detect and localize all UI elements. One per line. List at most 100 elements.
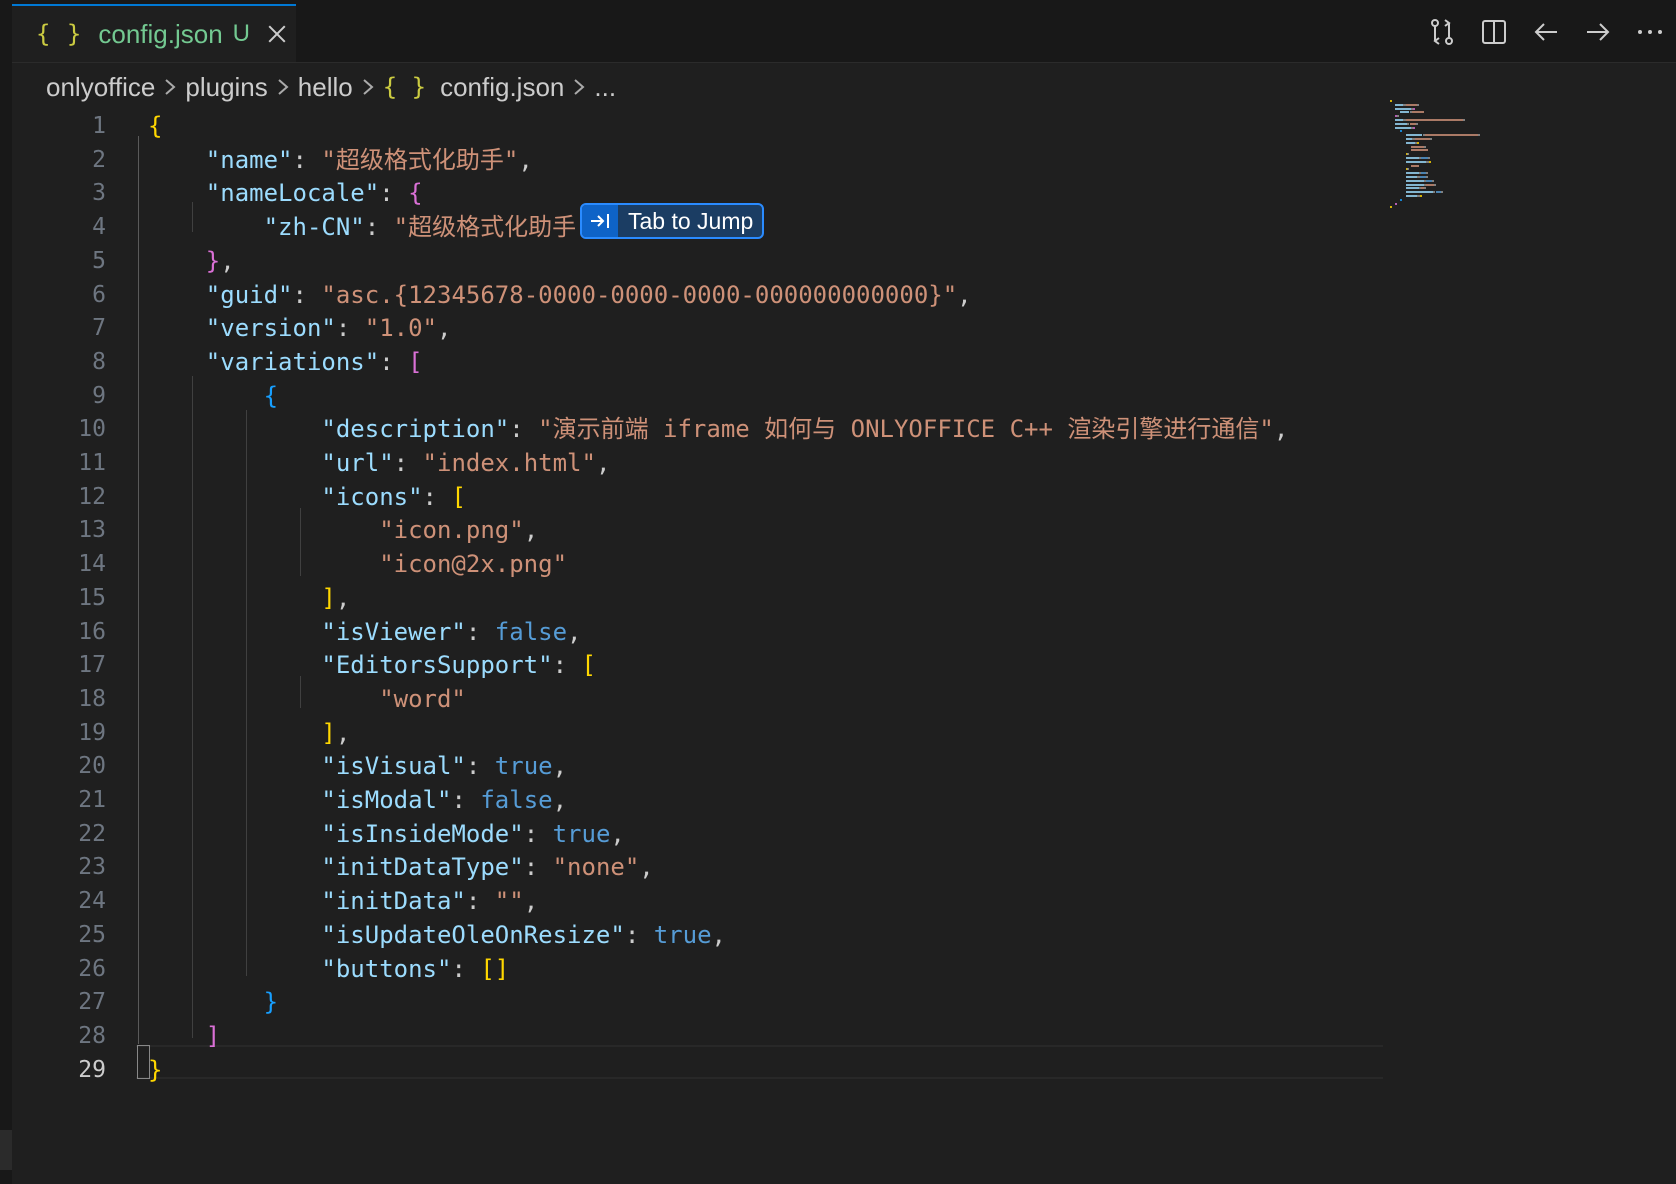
minimap-token: [1405, 141, 1415, 144]
line-number: 20: [78, 753, 106, 780]
code-token: ,: [552, 752, 568, 781]
code-token: ,: [220, 246, 235, 275]
code-token: "": [494, 887, 524, 916]
go-back-button[interactable]: [1520, 16, 1572, 48]
code-token: {: [408, 179, 423, 208]
minimap-token: [1406, 153, 1409, 156]
minimap-token: [1414, 138, 1431, 140]
code-line[interactable]: 26 "buttons": []: [12, 951, 1482, 987]
code-text: "guid": "asc.{12345678-0000-0000-0000-00…: [148, 277, 972, 313]
minimap-token: [1390, 206, 1392, 209]
code-line[interactable]: 14 "icon@2x.png": [12, 546, 1482, 582]
code-token: "1.0": [364, 314, 437, 343]
code-line[interactable]: 28 ]: [12, 1018, 1482, 1054]
code-line[interactable]: 17 "EditorsSupport": [: [12, 647, 1482, 683]
minimap-token: [1395, 202, 1398, 205]
code-token: "nameLocale": [205, 179, 380, 208]
minimap-token: [1405, 179, 1424, 182]
code-text: ]: [148, 1018, 220, 1054]
code-token: true: [494, 752, 553, 781]
line-number: 21: [78, 787, 106, 813]
code-line[interactable]: 25 "isUpdateOleOnResize": true,: [12, 917, 1482, 953]
line-number: 26: [78, 955, 106, 982]
line-number: 24: [78, 888, 106, 915]
code-line[interactable]: 2 "name": "超级格式化助手",: [12, 142, 1482, 178]
code-token: {: [148, 112, 163, 140]
split-editor-button[interactable]: [1468, 16, 1520, 48]
breadcrumb-item[interactable]: ...: [594, 72, 616, 103]
minimap-token: [1440, 191, 1443, 194]
code-token: "isInsideMode": [321, 819, 524, 848]
minimap-token: [1405, 119, 1463, 121]
code-line[interactable]: 19 ],: [12, 715, 1482, 751]
tab-config-json[interactable]: { } config.json U: [12, 4, 296, 62]
indent-guide: [246, 410, 247, 976]
line-number: 29: [78, 1056, 106, 1083]
minimap-token: [1423, 145, 1426, 148]
code-line[interactable]: 8 "variations": [: [12, 344, 1482, 380]
minimap-token: [1410, 149, 1428, 152]
code-line[interactable]: 23 "initDataType": "none",: [12, 849, 1482, 885]
code-line[interactable]: 24 "initData": "",: [12, 883, 1482, 919]
code-line[interactable]: 20 "isVisual": true,: [12, 748, 1482, 784]
breadcrumb-item[interactable]: plugins: [185, 72, 267, 103]
line-number: 3: [92, 180, 106, 207]
minimap-token: [1426, 172, 1429, 175]
tab-bar: { } config.json U: [12, 0, 1676, 63]
code-line[interactable]: 12 "icons": [: [12, 479, 1482, 515]
line-number: 1: [92, 113, 106, 139]
code-token: ,: [335, 718, 351, 747]
code-token: "none": [552, 853, 640, 882]
indent-guide: [300, 676, 301, 708]
code-line[interactable]: 13 "icon.png",: [12, 512, 1482, 548]
code-token: [: [408, 347, 423, 376]
code-line[interactable]: 10 "description": "演示前端 iframe 如何与 ONLYO…: [12, 411, 1482, 447]
breadcrumb-item[interactable]: onlyoffice: [46, 72, 155, 103]
minimap-token: [1426, 176, 1429, 178]
minimap-token: [1412, 111, 1424, 114]
compare-changes-button[interactable]: [1416, 16, 1468, 48]
code-line[interactable]: 15 ],: [12, 580, 1482, 616]
close-icon[interactable]: [266, 23, 288, 45]
code-line[interactable]: 18 "word": [12, 681, 1482, 717]
line-number: 9: [92, 382, 106, 409]
more-actions-button[interactable]: [1624, 16, 1676, 48]
code-token: :: [465, 752, 495, 781]
code-text: "isViewer": false,: [148, 614, 581, 650]
minimap[interactable]: [1390, 100, 1570, 220]
code-line[interactable]: 7 "version": "1.0",: [12, 310, 1482, 346]
code-line[interactable]: 9 {: [12, 378, 1482, 414]
code-line[interactable]: 11 "url": "index.html",: [12, 445, 1482, 481]
breadcrumb-item[interactable]: config.json: [440, 72, 564, 103]
minimap-token: [1395, 126, 1411, 129]
code-line[interactable]: 29}: [12, 1052, 1482, 1088]
code-line[interactable]: 6 "guid": "asc.{12345678-0000-0000-0000-…: [12, 277, 1482, 313]
code-line[interactable]: 5 },: [12, 243, 1482, 279]
code-line[interactable]: 27 }: [12, 984, 1482, 1020]
code-line[interactable]: 1{: [12, 108, 1482, 144]
arrow-left-icon: [1534, 23, 1557, 41]
code-line[interactable]: 21 "isModal": false,: [12, 782, 1482, 818]
code-line[interactable]: 16 "isViewer": false,: [12, 614, 1482, 650]
code-token: :: [451, 954, 481, 983]
go-forward-button[interactable]: [1572, 16, 1624, 48]
code-token: :: [509, 415, 539, 444]
minimap-token: [1419, 195, 1423, 197]
minimap-token: [1406, 168, 1409, 171]
breadcrumb-item[interactable]: hello: [298, 72, 353, 103]
code-line[interactable]: 22 "isInsideMode": true,: [12, 816, 1482, 852]
minimap-token: [1405, 157, 1419, 159]
tab-to-jump-hint[interactable]: Tab to Jump: [580, 203, 765, 239]
code-token: :: [523, 819, 553, 848]
code-token: "variations": [205, 347, 380, 376]
code-token: "EditorsSupport": [321, 651, 553, 680]
minimap-token: [1405, 134, 1423, 137]
minimap-token: [1390, 100, 1392, 102]
minimap-token: [1427, 157, 1430, 159]
